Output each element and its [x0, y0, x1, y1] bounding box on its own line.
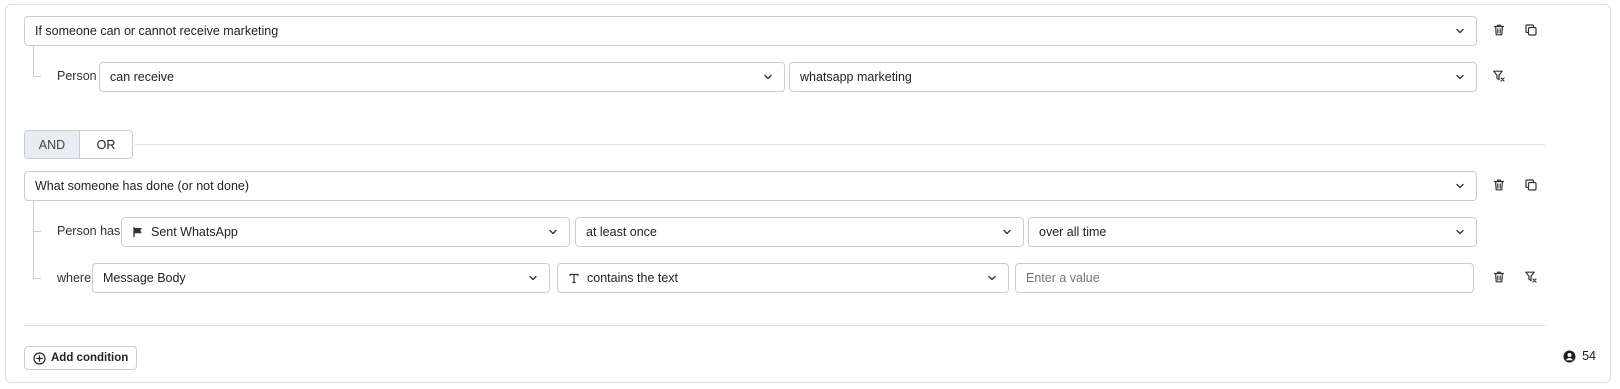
- copy-icon: [1524, 23, 1538, 40]
- duplicate-group-2-button[interactable]: [1521, 176, 1541, 196]
- chevron-down-icon: [1454, 71, 1466, 83]
- text-type-icon: [568, 272, 580, 284]
- marketing-channel-value: whatsapp marketing: [800, 70, 912, 84]
- and-toggle-button[interactable]: AND: [25, 131, 79, 158]
- event-select[interactable]: Sent WhatsApp: [121, 217, 570, 247]
- plus-circle-icon: [33, 351, 46, 365]
- chevron-down-icon: [1001, 226, 1013, 238]
- trash-icon: [1492, 23, 1506, 40]
- event-value: Sent WhatsApp: [151, 225, 238, 239]
- audience-count: 54: [1563, 349, 1596, 363]
- frequency-value: at least once: [586, 225, 657, 239]
- person-label: Person: [57, 69, 97, 83]
- tree-connector: [33, 46, 41, 77]
- duplicate-group-1-button[interactable]: [1521, 21, 1541, 41]
- tree-connector: [33, 201, 34, 278]
- tree-connector: [33, 278, 41, 279]
- text-operator-value: contains the text: [587, 271, 679, 285]
- trash-icon: [1492, 270, 1506, 287]
- or-toggle-button[interactable]: OR: [79, 131, 132, 158]
- audience-count-value: 54: [1582, 349, 1596, 363]
- chevron-down-icon: [762, 71, 774, 83]
- chevron-down-icon: [527, 272, 539, 284]
- value-input[interactable]: [1015, 263, 1474, 293]
- copy-icon: [1524, 178, 1538, 195]
- filter-x-icon: [1524, 270, 1538, 287]
- trash-icon: [1492, 178, 1506, 195]
- frequency-select[interactable]: at least once: [575, 217, 1024, 247]
- logic-divider: [135, 144, 1545, 145]
- chevron-down-icon: [1454, 180, 1466, 192]
- chevron-down-icon: [1454, 25, 1466, 37]
- timeframe-value: over all time: [1039, 225, 1107, 239]
- receive-operator-select[interactable]: can receive: [99, 62, 785, 92]
- condition-type-select-2-value: What someone has done (or not done): [35, 179, 250, 193]
- clear-filter-row-1-button[interactable]: [1489, 67, 1509, 87]
- where-label: where: [57, 271, 92, 285]
- add-condition-label: Add condition: [51, 352, 129, 364]
- marketing-channel-select[interactable]: whatsapp marketing: [789, 62, 1477, 92]
- condition-type-select-1-value: If someone can or cannot receive marketi…: [35, 24, 279, 38]
- property-value: Message Body: [103, 271, 186, 285]
- chevron-down-icon: [1454, 226, 1466, 238]
- text-operator-select[interactable]: contains the text: [557, 263, 1009, 293]
- logic-toggle: AND OR: [24, 130, 133, 159]
- tree-connector: [33, 231, 41, 232]
- property-select[interactable]: Message Body: [92, 263, 550, 293]
- condition-type-select-1[interactable]: If someone can or cannot receive marketi…: [24, 16, 1477, 46]
- chevron-down-icon: [547, 226, 559, 238]
- timeframe-select[interactable]: over all time: [1028, 217, 1477, 247]
- delete-group-2-button[interactable]: [1489, 176, 1509, 196]
- clear-filter-row-2-button[interactable]: [1521, 268, 1541, 288]
- receive-operator-value: can receive: [110, 70, 174, 84]
- delete-group-1-button[interactable]: [1489, 21, 1509, 41]
- condition-type-select-2[interactable]: What someone has done (or not done): [24, 171, 1477, 201]
- filter-x-icon: [1492, 69, 1506, 86]
- add-condition-button[interactable]: Add condition: [24, 346, 138, 370]
- footer-divider: [24, 325, 1545, 326]
- person-has-label: Person has: [57, 224, 121, 238]
- user-circle-icon: [1563, 350, 1576, 363]
- delete-row-button[interactable]: [1489, 268, 1509, 288]
- flag-icon: [132, 226, 144, 238]
- chevron-down-icon: [986, 272, 998, 284]
